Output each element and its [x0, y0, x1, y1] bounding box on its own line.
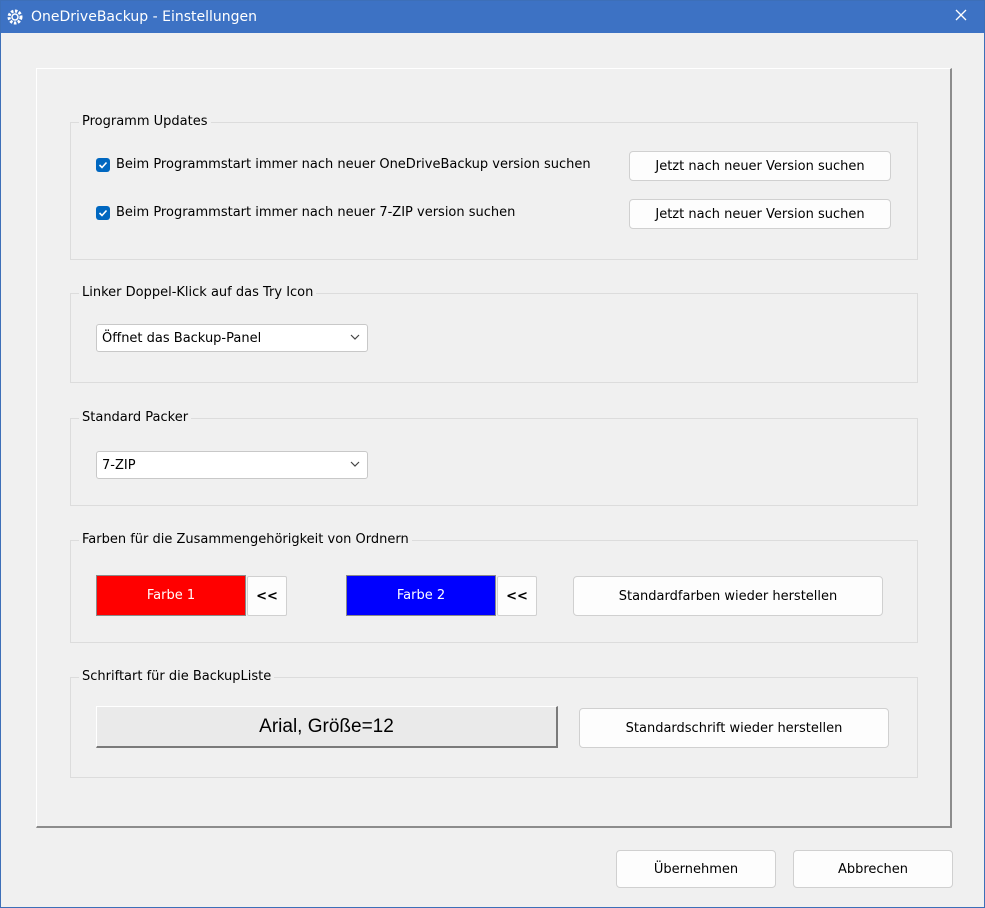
checkbox-checked-icon[interactable]: [96, 157, 110, 172]
reset-font-button[interactable]: Standardschrift wieder herstellen: [579, 708, 889, 748]
cancel-button[interactable]: Abbrechen: [793, 850, 953, 888]
color-1-swatch[interactable]: Farbe 1: [96, 575, 246, 616]
group-program-updates: Programm Updates Beim Programmstart imme…: [70, 114, 918, 260]
checkbox-checked-icon[interactable]: [96, 205, 110, 220]
group-title: Linker Doppel-Klick auf das Try Icon: [79, 285, 317, 300]
close-icon: [955, 9, 967, 25]
group-standard-packer: Standard Packer 7-ZIP: [70, 410, 918, 506]
group-title: Standard Packer: [79, 410, 192, 425]
group-title: Farben für die Zusammengehörigkeit von O…: [79, 532, 412, 547]
pick-color-1-button[interactable]: <<: [247, 576, 287, 616]
check-onedrivebackup-version-button[interactable]: Jetzt nach neuer Version suchen: [629, 151, 891, 181]
font-select-button[interactable]: Arial, Größe=12: [96, 706, 558, 748]
group-title: Schriftart für die BackupListe: [79, 669, 275, 684]
title-bar[interactable]: OneDriveBackup - Einstellungen: [1, 1, 984, 33]
gear-icon: [7, 9, 23, 25]
color-2-swatch[interactable]: Farbe 2: [346, 575, 496, 616]
pick-color-2-button[interactable]: <<: [497, 576, 537, 616]
group-double-click: Linker Doppel-Klick auf das Try Icon Öff…: [70, 285, 918, 383]
packer-select[interactable]: 7-ZIP: [96, 451, 368, 479]
close-button[interactable]: [938, 1, 984, 33]
group-title: Programm Updates: [79, 114, 211, 129]
settings-panel: Programm Updates Beim Programmstart imme…: [36, 68, 952, 828]
apply-button[interactable]: Übernehmen: [616, 850, 776, 888]
check-7zip-update[interactable]: Beim Programmstart immer nach neuer 7-ZI…: [96, 205, 515, 220]
group-backuplist-font: Schriftart für die BackupListe Arial, Gr…: [70, 669, 918, 778]
double-click-action-select[interactable]: Öffnet das Backup-Panel: [96, 324, 368, 352]
group-folder-colors: Farben für die Zusammengehörigkeit von O…: [70, 532, 918, 643]
select-value: Öffnet das Backup-Panel: [102, 330, 262, 346]
checkbox-label: Beim Programmstart immer nach neuer OneD…: [116, 157, 591, 172]
reset-colors-button[interactable]: Standardfarben wieder herstellen: [573, 576, 883, 616]
check-7zip-version-button[interactable]: Jetzt nach neuer Version suchen: [629, 199, 891, 229]
chevron-down-icon: [349, 331, 361, 343]
settings-window: OneDriveBackup - Einstellungen Programm …: [0, 0, 985, 908]
window-title: OneDriveBackup - Einstellungen: [31, 9, 258, 25]
select-value: 7-ZIP: [102, 457, 136, 473]
checkbox-label: Beim Programmstart immer nach neuer 7-ZI…: [116, 205, 516, 220]
chevron-down-icon: [349, 458, 361, 470]
check-onedrivebackup-update[interactable]: Beim Programmstart immer nach neuer OneD…: [96, 157, 591, 172]
